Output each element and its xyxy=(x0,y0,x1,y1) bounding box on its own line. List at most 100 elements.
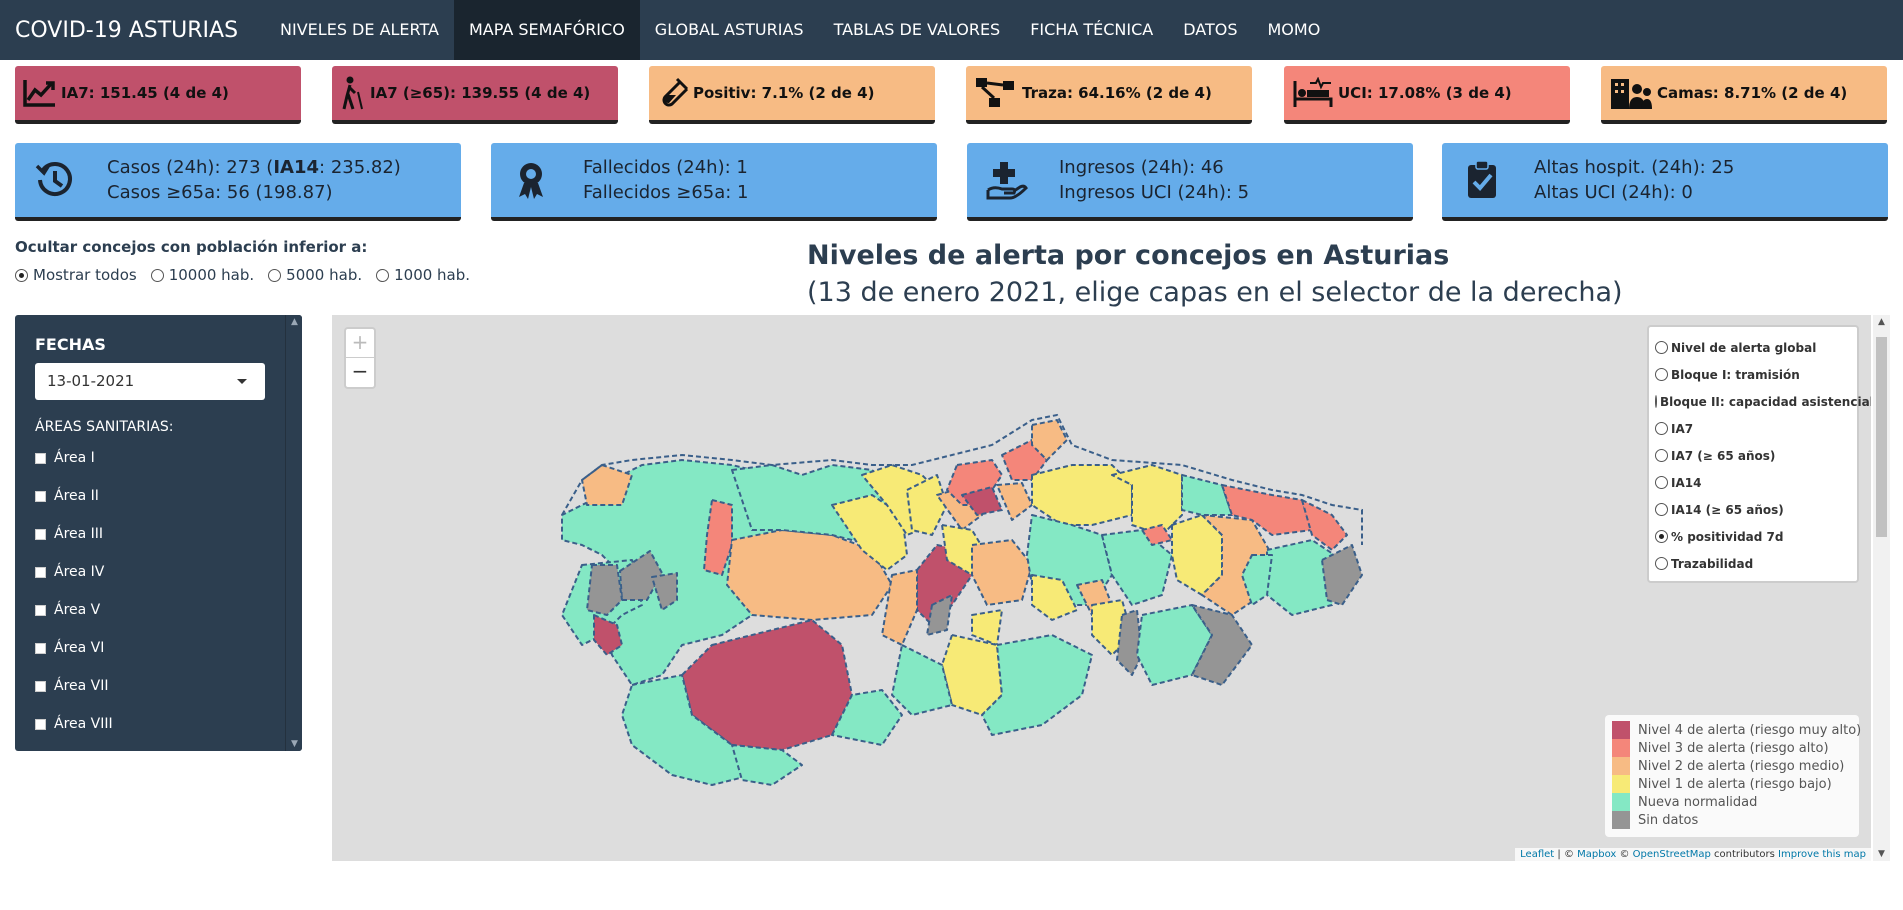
scroll-up-icon[interactable]: ▲ xyxy=(286,317,302,327)
info-ingresos-line1: Ingresos (24h): 46 xyxy=(1059,157,1224,178)
checkbox[interactable] xyxy=(35,566,46,578)
filter-option-1000[interactable]: 1000 hab. xyxy=(376,266,470,284)
nav-ficha-tecnica[interactable]: FICHA TÉCNICA xyxy=(1015,0,1168,60)
indicator-positividad: Positiv: 7.1% (2 de 4) xyxy=(649,66,935,124)
nav-mapa-semaforico[interactable]: MAPA SEMAFÓRICO xyxy=(453,0,640,60)
checkbox[interactable] xyxy=(35,680,46,692)
dates-label: FECHAS xyxy=(35,335,106,354)
map-title: Niveles de alerta por concejos en Asturi… xyxy=(807,240,1450,271)
radio[interactable] xyxy=(1655,476,1668,489)
area-checkbox-3[interactable]: Área III xyxy=(35,526,103,542)
improve-map-link[interactable]: Improve this map xyxy=(1778,849,1866,860)
nav-global-asturias[interactable]: GLOBAL ASTURIAS xyxy=(640,0,819,60)
filter-option-todos[interactable]: Mostrar todos xyxy=(15,266,137,284)
area-checkbox-6[interactable]: Área VI xyxy=(35,640,104,656)
concejo-region xyxy=(971,539,1033,606)
info-altas-line1: Altas hospit. (24h): 25 xyxy=(1534,157,1735,178)
checkbox[interactable] xyxy=(35,642,46,654)
radio[interactable] xyxy=(150,268,164,282)
sidebar-scrollbar[interactable]: ▲ ▼ xyxy=(285,315,302,751)
indicator-camas-text: Camas: 8.71% (2 de 4) xyxy=(1657,84,1848,102)
radio[interactable] xyxy=(1655,503,1668,516)
radio[interactable] xyxy=(1655,341,1668,354)
radio-selected[interactable] xyxy=(15,268,28,282)
radio[interactable] xyxy=(376,268,390,282)
layer-option-ia7[interactable]: IA7 xyxy=(1655,415,1851,442)
legend-item: Sin datos xyxy=(1612,811,1852,829)
mapbox-link[interactable]: Mapbox xyxy=(1577,849,1616,860)
test-tube-icon xyxy=(662,77,689,107)
chart-line-icon xyxy=(23,80,55,107)
layer-option-ia7-65[interactable]: IA7 (≥ 65 años) xyxy=(1655,442,1851,469)
date-select[interactable]: 13-01-2021 xyxy=(35,363,265,400)
map-container[interactable]: + − Nivel de alerta global Bloque I: tra… xyxy=(332,315,1871,861)
population-filter: Mostrar todos 10000 hab. 5000 hab. 1000 … xyxy=(15,266,470,284)
layer-option-bloque-1[interactable]: Bloque I: tramisión xyxy=(1655,361,1851,388)
checkbox[interactable] xyxy=(35,452,46,464)
info-altas-line2: Altas UCI (24h): 0 xyxy=(1534,182,1693,203)
layer-option-positividad[interactable]: % positividad 7d xyxy=(1655,523,1851,550)
osm-link[interactable]: OpenStreetMap xyxy=(1633,849,1711,860)
radio[interactable] xyxy=(268,268,282,282)
caret-down-icon xyxy=(237,379,247,384)
nav-datos[interactable]: DATOS xyxy=(1168,0,1252,60)
legend-swatch xyxy=(1612,757,1630,775)
ribbon-icon xyxy=(501,150,561,210)
legend-swatch xyxy=(1612,793,1630,811)
areas-label: ÁREAS SANITARIAS: xyxy=(35,419,174,435)
checkbox[interactable] xyxy=(35,718,46,730)
indicator-positividad-text: Positiv: 7.1% (2 de 4) xyxy=(693,84,875,102)
indicator-trazabilidad: Traza: 64.16% (2 de 4) xyxy=(966,66,1252,124)
radio[interactable] xyxy=(1655,422,1668,435)
indicator-ia7-65-text: IA7 (≥65): 139.55 (4 de 4) xyxy=(370,84,591,102)
leaflet-link[interactable]: Leaflet xyxy=(1520,849,1554,860)
area-checkbox-8[interactable]: Área VIII xyxy=(35,716,113,732)
area-checkbox-2[interactable]: Área II xyxy=(35,488,99,504)
info-altas: Altas hospit. (24h): 25 Altas UCI (24h):… xyxy=(1442,143,1888,221)
filter-option-10000[interactable]: 10000 hab. xyxy=(150,266,254,284)
layer-option-ia14-65[interactable]: IA14 (≥ 65 años) xyxy=(1655,496,1851,523)
layer-option-ia14[interactable]: IA14 xyxy=(1655,469,1851,496)
zoom-out-button[interactable]: − xyxy=(346,358,374,387)
indicator-camas: Camas: 8.71% (2 de 4) xyxy=(1601,66,1887,124)
radio[interactable] xyxy=(1655,395,1657,408)
nav-niveles-de-alerta[interactable]: NIVELES DE ALERTA xyxy=(265,0,454,60)
legend-item: Nivel 1 de alerta (riesgo bajo) xyxy=(1612,775,1852,793)
radio[interactable] xyxy=(1655,449,1668,462)
page-scrollbar[interactable]: ▲ ▼ xyxy=(1873,315,1890,861)
filter-option-5000[interactable]: 5000 hab. xyxy=(268,266,362,284)
info-casos: Casos (24h): 273 (IA14: 235.82) Casos ≥6… xyxy=(15,143,461,221)
scroll-down-icon[interactable]: ▼ xyxy=(1873,849,1890,859)
population-filter-title: Ocultar concejos con población inferior … xyxy=(15,238,368,256)
radio[interactable] xyxy=(1655,368,1668,381)
area-checkbox-1[interactable]: Área I xyxy=(35,450,95,466)
info-ingresos: Ingresos (24h): 46 Ingresos UCI (24h): 5 xyxy=(967,143,1413,221)
checkbox[interactable] xyxy=(35,490,46,502)
scroll-down-icon[interactable]: ▼ xyxy=(286,739,302,749)
scrollbar-thumb[interactable] xyxy=(1876,337,1887,537)
concejo-region xyxy=(996,482,1033,521)
legend-item: Nueva normalidad xyxy=(1612,793,1852,811)
concejo-region xyxy=(581,464,633,506)
checkbox[interactable] xyxy=(35,604,46,616)
nav-tablas-de-valores[interactable]: TABLAS DE VALORES xyxy=(819,0,1016,60)
area-checkbox-4[interactable]: Área IV xyxy=(35,564,104,580)
concejo-region xyxy=(891,644,953,716)
radio[interactable] xyxy=(1655,557,1668,570)
layer-option-nivel-global[interactable]: Nivel de alerta global xyxy=(1655,334,1851,361)
map-subtitle: (13 de enero 2021, elige capas en el sel… xyxy=(807,277,1623,308)
nav-momo[interactable]: MOMO xyxy=(1252,0,1335,60)
area-checkbox-5[interactable]: Área V xyxy=(35,602,100,618)
zoom-in-button[interactable]: + xyxy=(346,329,374,358)
layer-option-trazabilidad[interactable]: Trazabilidad xyxy=(1655,550,1851,577)
checkbox[interactable] xyxy=(35,528,46,540)
clipboard-check-icon xyxy=(1452,150,1512,210)
radio-selected[interactable] xyxy=(1655,530,1668,543)
hospital-bed-icon xyxy=(1293,77,1333,107)
area-checkbox-7[interactable]: Área VII xyxy=(35,678,109,694)
layer-option-bloque-2[interactable]: Bloque II: capacidad asistencial xyxy=(1655,388,1871,415)
hospital-building-icon xyxy=(1611,79,1652,109)
scroll-up-icon[interactable]: ▲ xyxy=(1873,317,1890,327)
brand-title[interactable]: COVID-19 ASTURIAS xyxy=(0,18,253,43)
legend-swatch xyxy=(1612,721,1630,739)
